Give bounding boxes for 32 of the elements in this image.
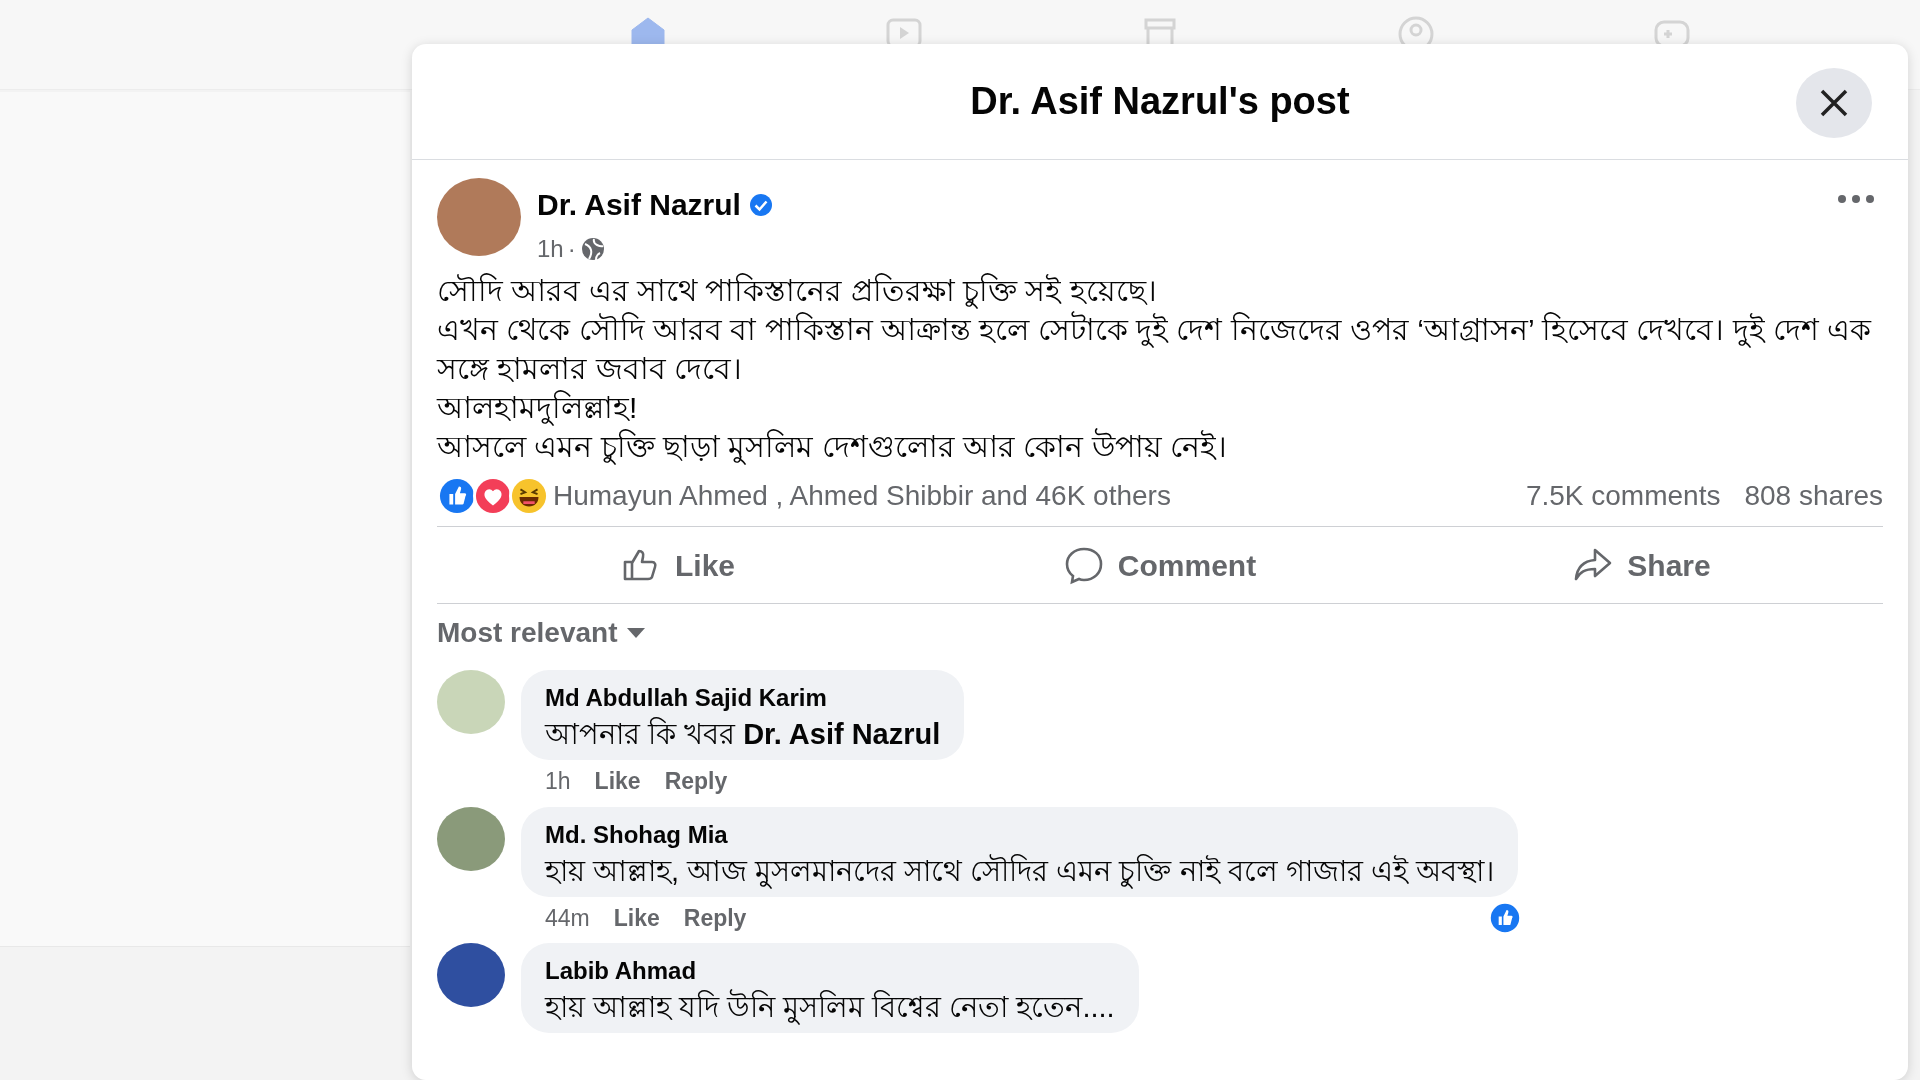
post-time[interactable]: 1h bbox=[537, 231, 564, 267]
like-button[interactable]: Like bbox=[437, 527, 919, 603]
post-text-line: আলহামদুলিল্লাহ! bbox=[437, 389, 639, 427]
reply-link[interactable]: Reply bbox=[664, 764, 728, 799]
like-link[interactable]: Like bbox=[594, 764, 641, 799]
post-text-line: সৌদি আরব এর সাথে পাকিস্তানের প্রতিরক্ষা চুক্তি সই হয়েছে। bbox=[437, 272, 1158, 310]
shares-count[interactable]: 808 shares bbox=[1744, 475, 1883, 517]
commenter-name[interactable]: Labib Ahmad bbox=[545, 953, 1115, 989]
share-button[interactable]: Share bbox=[1401, 527, 1883, 603]
comment-button[interactable]: Comment bbox=[919, 527, 1401, 603]
caret-icon bbox=[625, 627, 646, 639]
comments-count[interactable]: 7.5K comments bbox=[1525, 475, 1721, 517]
commenter-name[interactable]: Md. Shohag Mia bbox=[545, 816, 1494, 853]
comment-time[interactable]: 1h bbox=[545, 764, 571, 799]
comment-text: আপনার কি খবর Dr. Asif Nazrul bbox=[545, 716, 941, 752]
commenter-name[interactable]: Md Abdullah Sajid Karim bbox=[545, 680, 941, 716]
reactors-text[interactable]: Humayun Ahmed , Ahmed Shibbir and 46K others bbox=[553, 475, 1171, 517]
comment-text: হায় আল্লাহ যদি উনি মুসলিম বিশ্বের নেতা হতেন.... bbox=[545, 989, 1115, 1025]
sort-dropdown[interactable]: Most relevant bbox=[437, 612, 618, 654]
more-options-icon[interactable] bbox=[1837, 194, 1875, 204]
comment-time[interactable]: 44m bbox=[545, 900, 590, 935]
post-text-line: আসলে এমন চুক্তি ছাড়া মুসলিম দেশগুলোর আর কোন উপায় নেই। bbox=[437, 427, 1228, 466]
close-icon bbox=[1819, 88, 1849, 118]
globe-icon bbox=[579, 236, 606, 262]
speech-bubble-icon bbox=[1063, 545, 1104, 585]
modal-title: Dr. Asif Nazrul's post bbox=[970, 79, 1350, 124]
post-text-line: এখন থেকে সৌদি আরব বা পাকিস্তান আক্রান্ত হলে সেটাকে দুই দেশ নিজেদের ওপর ‘আগ্রাসন’ হিসেবে দেখবে। দুই দেশ এক সঙ্গে হামলার জবাব দেবে। bbox=[437, 310, 1873, 387]
comment-text: হায় আল্লাহ, আজ মুসলমানদের সাথে সৌদির এমন চুক্তি নাই বলে গাজার এই অবস্থা। bbox=[545, 853, 1494, 889]
separator: · bbox=[567, 234, 576, 264]
reply-link[interactable]: Reply bbox=[683, 900, 747, 935]
author-name[interactable]: Dr. Asif Nazrul bbox=[537, 182, 741, 227]
like-link[interactable]: Like bbox=[613, 900, 660, 935]
